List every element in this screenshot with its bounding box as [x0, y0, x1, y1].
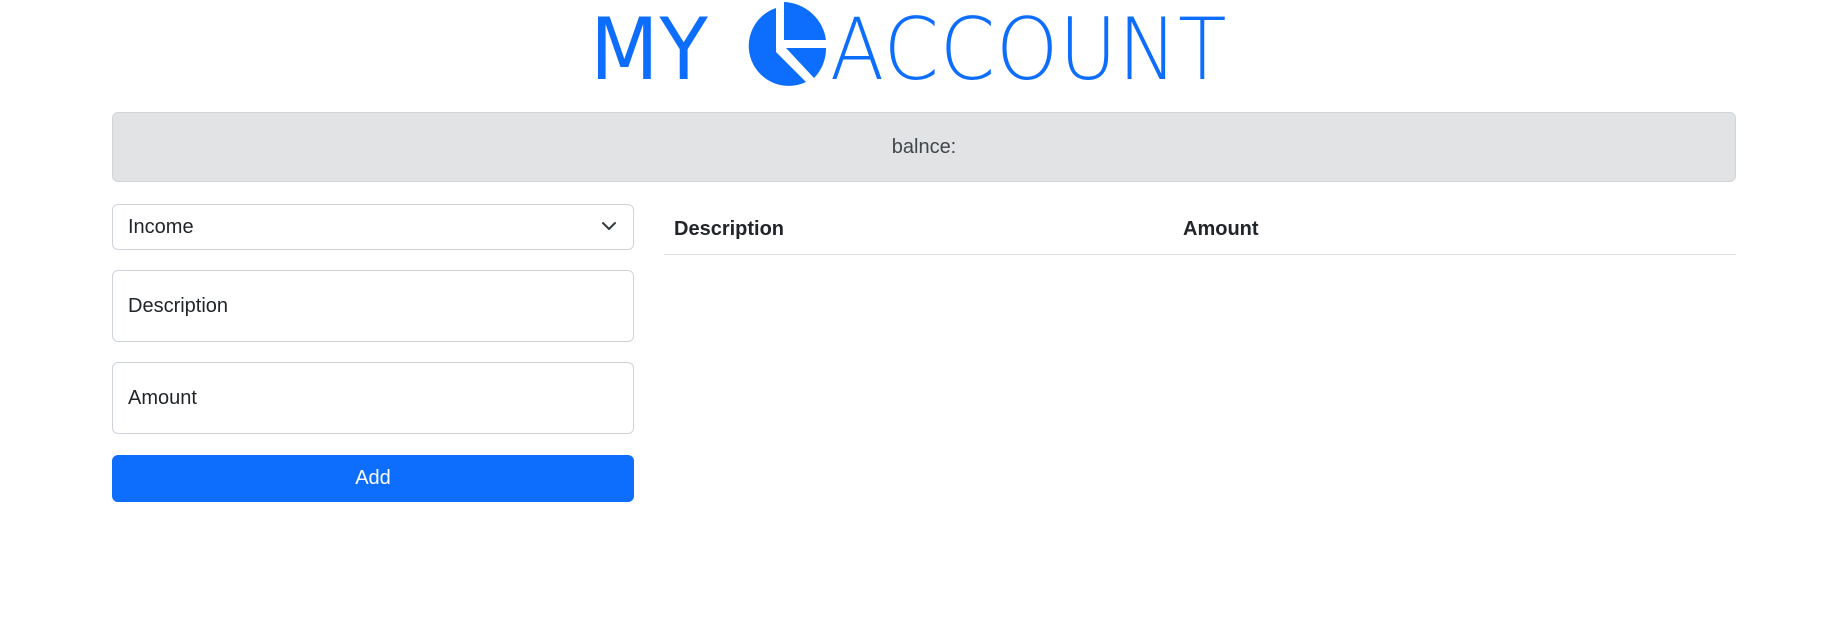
transactions-table: Description Amount [664, 204, 1736, 255]
description-input[interactable]: Description [112, 270, 634, 342]
page: MY ACCOUNT balnce: Income Description Am… [0, 0, 1846, 642]
pie-chart-icon [730, 0, 827, 96]
amount-placeholder: Amount [128, 386, 197, 409]
description-placeholder: Description [128, 294, 229, 317]
add-button-label: Add [355, 467, 391, 489]
logo-text-my: MY [589, 0, 709, 100]
balance-label: balnce: [891, 135, 957, 158]
header: MY ACCOUNT [0, 0, 1846, 100]
app-logo: MY ACCOUNT [580, 0, 1263, 100]
type-select[interactable]: Income [112, 204, 634, 250]
column-header-amount: Amount [1183, 217, 1259, 240]
chevron-down-icon [601, 217, 617, 233]
table-header-row: Description Amount [664, 204, 1736, 255]
logo-text-account: ACCOUNT [830, 0, 1228, 100]
transaction-form: Income Description Amount Add [112, 204, 634, 502]
amount-input[interactable]: Amount [112, 362, 634, 434]
type-select-value: Income [128, 215, 194, 238]
column-header-description: Description [674, 217, 785, 240]
balance-banner: balnce: [112, 112, 1736, 182]
add-button[interactable]: Add [112, 455, 634, 502]
